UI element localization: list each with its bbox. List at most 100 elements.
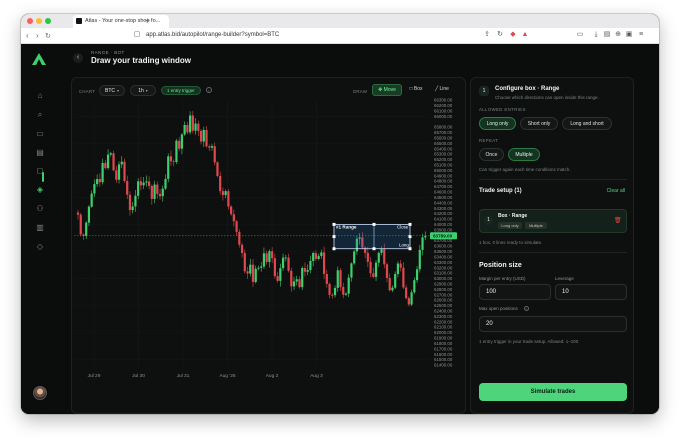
range-box-handle[interactable] — [332, 235, 336, 239]
interval-select[interactable]: 1h ▾ — [130, 85, 156, 96]
page-title: Draw your trading window — [91, 56, 192, 65]
candle-body — [415, 269, 419, 281]
search-icon[interactable]: ⌕ — [35, 110, 45, 120]
range-box-close-label: Close — [397, 224, 409, 229]
candle-body — [366, 252, 369, 262]
tag-icon[interactable]: ◇ — [35, 242, 45, 252]
candle-body — [246, 271, 249, 274]
margin-label: Margin per entry (USD) — [479, 276, 526, 281]
reader-icon[interactable]: ▤ — [603, 31, 611, 39]
bank-icon[interactable]: ▥ — [35, 223, 45, 233]
info-icon[interactable]: i — [206, 87, 212, 93]
candle-body — [325, 273, 328, 284]
leverage-input[interactable]: 10 — [555, 284, 627, 300]
atlas-logo-icon[interactable] — [32, 53, 46, 65]
forward-arrow-icon[interactable]: › — [36, 31, 39, 40]
back-button[interactable]: ‹ — [73, 53, 83, 63]
candlestick-chart[interactable]: 66300.0066200.0066100.0066000.00 65800.00… — [72, 98, 465, 413]
browser-tab[interactable]: Atlas - Your one-stop shop fo... — [73, 15, 169, 28]
candle-body — [120, 161, 123, 165]
range-box-handle[interactable] — [332, 222, 336, 226]
home-icon[interactable]: ⌂ — [35, 91, 45, 101]
line-tool-button[interactable]: ╱ Line — [431, 84, 453, 96]
sidebar-toggle-icon[interactable]: ▭ — [576, 31, 584, 39]
candle-body — [208, 146, 211, 148]
long-only-chip[interactable]: Long only — [479, 117, 516, 130]
candle-body — [90, 193, 93, 207]
config-panel: 1 Configure box · Range Choose which dir… — [470, 77, 634, 414]
maximize-window-icon[interactable] — [45, 18, 51, 24]
atlas-favicon-icon — [76, 18, 82, 24]
download-icon[interactable]: ⤓ — [592, 31, 600, 39]
candle-body — [260, 266, 263, 268]
trash-icon[interactable]: 🗑 — [614, 218, 622, 225]
candle-body — [421, 237, 424, 250]
long-and-short-chip[interactable]: Long and short — [562, 117, 612, 130]
refresh-icon[interactable]: ↻ — [496, 31, 504, 39]
once-chip[interactable]: Once — [479, 148, 504, 161]
candle-body — [353, 251, 356, 264]
close-window-icon[interactable] — [27, 18, 33, 24]
back-arrow-icon[interactable]: ‹ — [26, 31, 29, 40]
info-icon[interactable]: i — [524, 306, 529, 311]
layers-icon[interactable]: ◈ — [35, 185, 45, 195]
user-avatar[interactable] — [33, 386, 47, 400]
brave-shield-icon[interactable]: ◆ — [509, 31, 517, 39]
page-info-icon[interactable]: ▢ — [133, 31, 141, 39]
minimize-window-icon[interactable] — [36, 18, 42, 24]
y-tick-label: 61800.00 — [434, 341, 453, 346]
rewards-icon[interactable]: ▲ — [521, 31, 529, 39]
multiple-chip[interactable]: Multiple — [508, 148, 540, 161]
candle-body — [268, 251, 271, 262]
candle-body — [320, 252, 323, 256]
setup-item-card[interactable]: 1 Box · Range Long only Multiple 🗑 — [479, 209, 627, 233]
symbol-value: BTC — [104, 88, 115, 94]
candle-body — [101, 162, 104, 183]
y-tick-label: 62500.00 — [434, 303, 453, 308]
candle-body — [265, 253, 268, 262]
candle-body — [424, 235, 427, 238]
configure-subtitle: Choose which directions can open inside … — [495, 95, 599, 100]
candle-body — [257, 267, 260, 269]
simulate-trades-button[interactable]: Simulate trades — [479, 383, 627, 401]
active-nav-marker — [42, 172, 44, 182]
candle-body — [150, 185, 153, 199]
move-tool-button[interactable]: ✥ Move — [372, 84, 402, 96]
short-only-chip[interactable]: Short only — [520, 117, 558, 130]
y-tick-label: 64500.00 — [434, 195, 453, 200]
candle-body — [380, 249, 383, 253]
card-icon[interactable]: ▤ — [35, 148, 45, 158]
candle-body — [117, 164, 121, 180]
menu-icon[interactable]: ≡ — [637, 31, 645, 39]
range-box-handle[interactable] — [372, 222, 376, 226]
range-box-handle[interactable] — [408, 235, 412, 239]
symbol-select[interactable]: BTC ▾ — [99, 85, 125, 96]
y-tick-label: 63200.00 — [434, 265, 453, 270]
margin-input[interactable]: 100 — [479, 284, 551, 300]
extension-icon[interactable]: ⊕ — [614, 31, 622, 39]
share-icon[interactable]: ⇪ — [483, 31, 491, 39]
range-box-handle[interactable] — [372, 247, 376, 251]
candle-body — [112, 153, 115, 171]
candle-body — [128, 194, 132, 211]
clear-all-button[interactable]: Clear all — [607, 188, 625, 194]
wallet-icon[interactable]: ▣ — [625, 31, 633, 39]
users-icon[interactable]: ⚇ — [35, 204, 45, 214]
new-tab-button[interactable]: + — [145, 16, 150, 25]
range-box-handle[interactable] — [408, 222, 412, 226]
y-tick-label: 62100.00 — [434, 325, 453, 330]
range-box-handle[interactable] — [332, 247, 336, 251]
url-field[interactable]: app.atlas.bid/autopilot/range-builder?sy… — [146, 32, 279, 38]
wallet-nav-icon[interactable]: ▭ — [35, 129, 45, 139]
reload-icon[interactable]: ↻ — [45, 32, 51, 40]
max-positions-input[interactable]: 20 — [479, 316, 627, 332]
candle-body — [331, 294, 334, 296]
breadcrumb: RANGE · BOT — [91, 50, 125, 55]
y-tick-label: 63500.00 — [434, 249, 453, 254]
configure-title: Configure box · Range — [495, 86, 560, 92]
box-tool-button[interactable]: □ Box — [405, 84, 427, 96]
candle-body — [199, 130, 203, 142]
range-box-handle[interactable] — [408, 247, 412, 251]
candle-body — [96, 179, 99, 185]
x-tick-label: Aug '26 — [219, 373, 235, 379]
